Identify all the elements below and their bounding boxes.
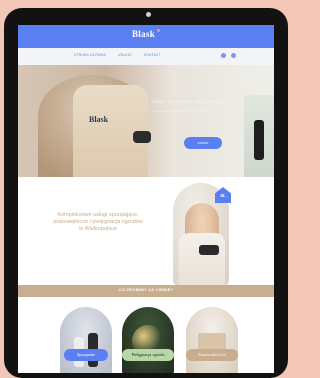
- service-card-garden[interactable]: [122, 307, 174, 373]
- hero-right-bottle: [254, 120, 264, 160]
- section-title: CO ZROBIMY ZA CIEBIE?: [118, 287, 174, 292]
- nav-items: STRONA GŁÓWNA USŁUGI KONTAKT: [74, 53, 161, 57]
- nav-item-services[interactable]: USŁUGI: [118, 53, 132, 57]
- nav-icons: [221, 53, 236, 58]
- site-header: Blask: [18, 25, 274, 48]
- logo-text: Blask: [131, 29, 155, 39]
- hero-cta-button[interactable]: ZAMÓW: [184, 137, 222, 149]
- intro-shirt: [179, 233, 225, 286]
- site-logo[interactable]: Blask: [18, 29, 274, 39]
- apron-logo-text: Blask: [89, 115, 109, 124]
- services-section: Sprzątanie Pielęgnacja ogrodu Prasowalni…: [18, 297, 274, 373]
- service-card-cleaning[interactable]: [60, 307, 112, 373]
- spray-bottle-image: [133, 131, 151, 143]
- service-card-ironing[interactable]: [186, 307, 238, 373]
- top-navigation: STRONA GŁÓWNA USŁUGI KONTAKT: [18, 48, 274, 66]
- service-pill-garden[interactable]: Pielęgnacja ogrodu: [122, 349, 174, 361]
- section-title-bar: CO ZROBIMY ZA CIEBIE?: [18, 285, 274, 297]
- tablet-frame: Blask STRONA GŁÓWNA USŁUGI KONTAKT Blask…: [4, 8, 288, 378]
- logo-dot: [157, 29, 160, 32]
- intro-object: [199, 245, 219, 255]
- hero-section: Blask Blask – profesjonalne usługi sprzą…: [18, 65, 274, 177]
- camera-dot: [146, 12, 151, 17]
- nav-item-contact[interactable]: KONTAKT: [144, 53, 161, 57]
- service-pill-ironing[interactable]: Prasowalnictwo: [186, 349, 238, 361]
- house-badge-label: BL: [220, 193, 226, 198]
- nav-item-home[interactable]: STRONA GŁÓWNA: [74, 53, 106, 57]
- intro-text: Kompleksowe usługi sprzątające, prasowal…: [53, 212, 143, 232]
- intro-section: Kompleksowe usługi sprzątające, prasowal…: [18, 177, 274, 286]
- phone-icon[interactable]: [221, 53, 226, 58]
- mail-icon[interactable]: [231, 53, 236, 58]
- service-pill-cleaning[interactable]: Sprzątanie: [64, 349, 108, 361]
- website-screen: Blask STRONA GŁÓWNA USŁUGI KONTAKT Blask…: [18, 25, 274, 373]
